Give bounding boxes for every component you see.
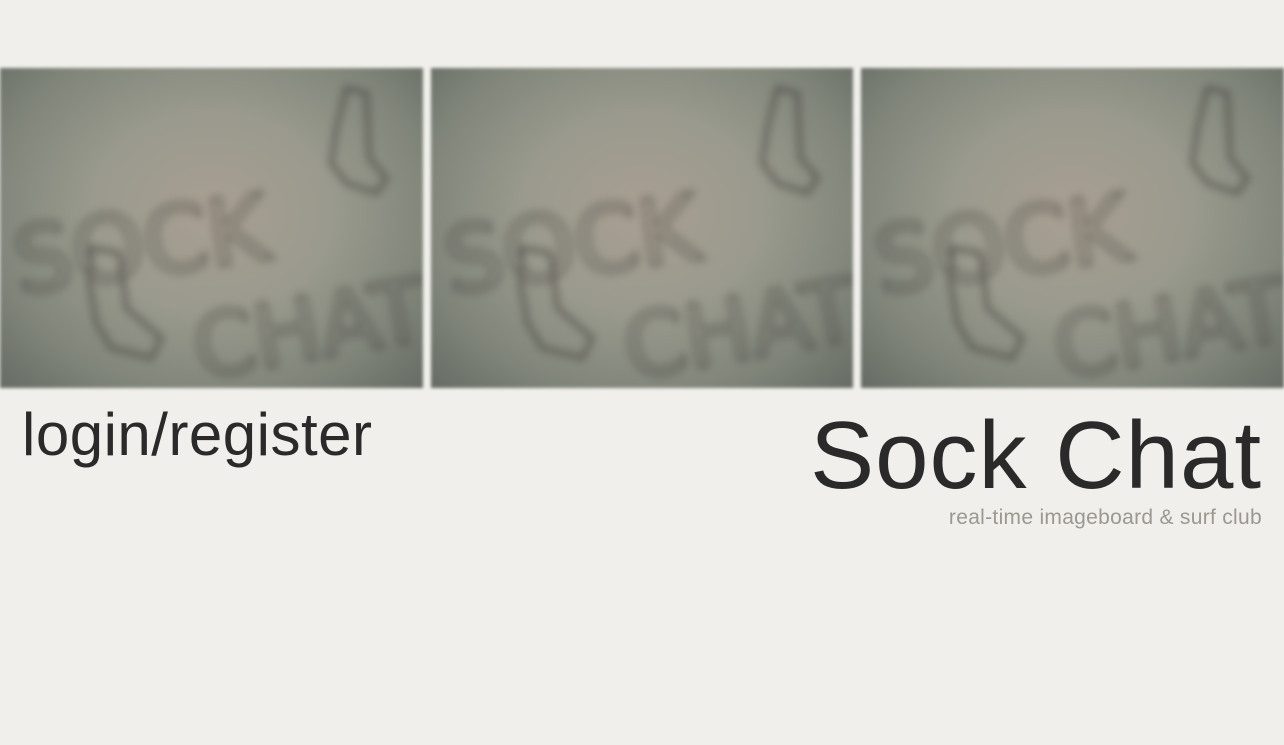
banner-image: SOCK CHAT (861, 68, 1284, 388)
sock-chat-logo-icon: SOCK CHAT (5, 84, 423, 388)
banner-image: SOCK CHAT (0, 68, 423, 388)
banner: SOCK CHAT SOCK CHAT SOCK CHAT (0, 68, 1284, 388)
sock-chat-logo-icon: SOCK CHAT (436, 84, 853, 388)
banner-image: SOCK CHAT (430, 68, 854, 388)
brand-block: Sock Chat real-time imageboard & surf cl… (810, 408, 1262, 530)
site-title: Sock Chat (810, 402, 1262, 509)
sock-chat-logo-icon: SOCK CHAT (867, 84, 1284, 388)
site-subtitle: real-time imageboard & surf club (948, 506, 1262, 529)
login-register-link[interactable]: login/register (22, 402, 373, 468)
